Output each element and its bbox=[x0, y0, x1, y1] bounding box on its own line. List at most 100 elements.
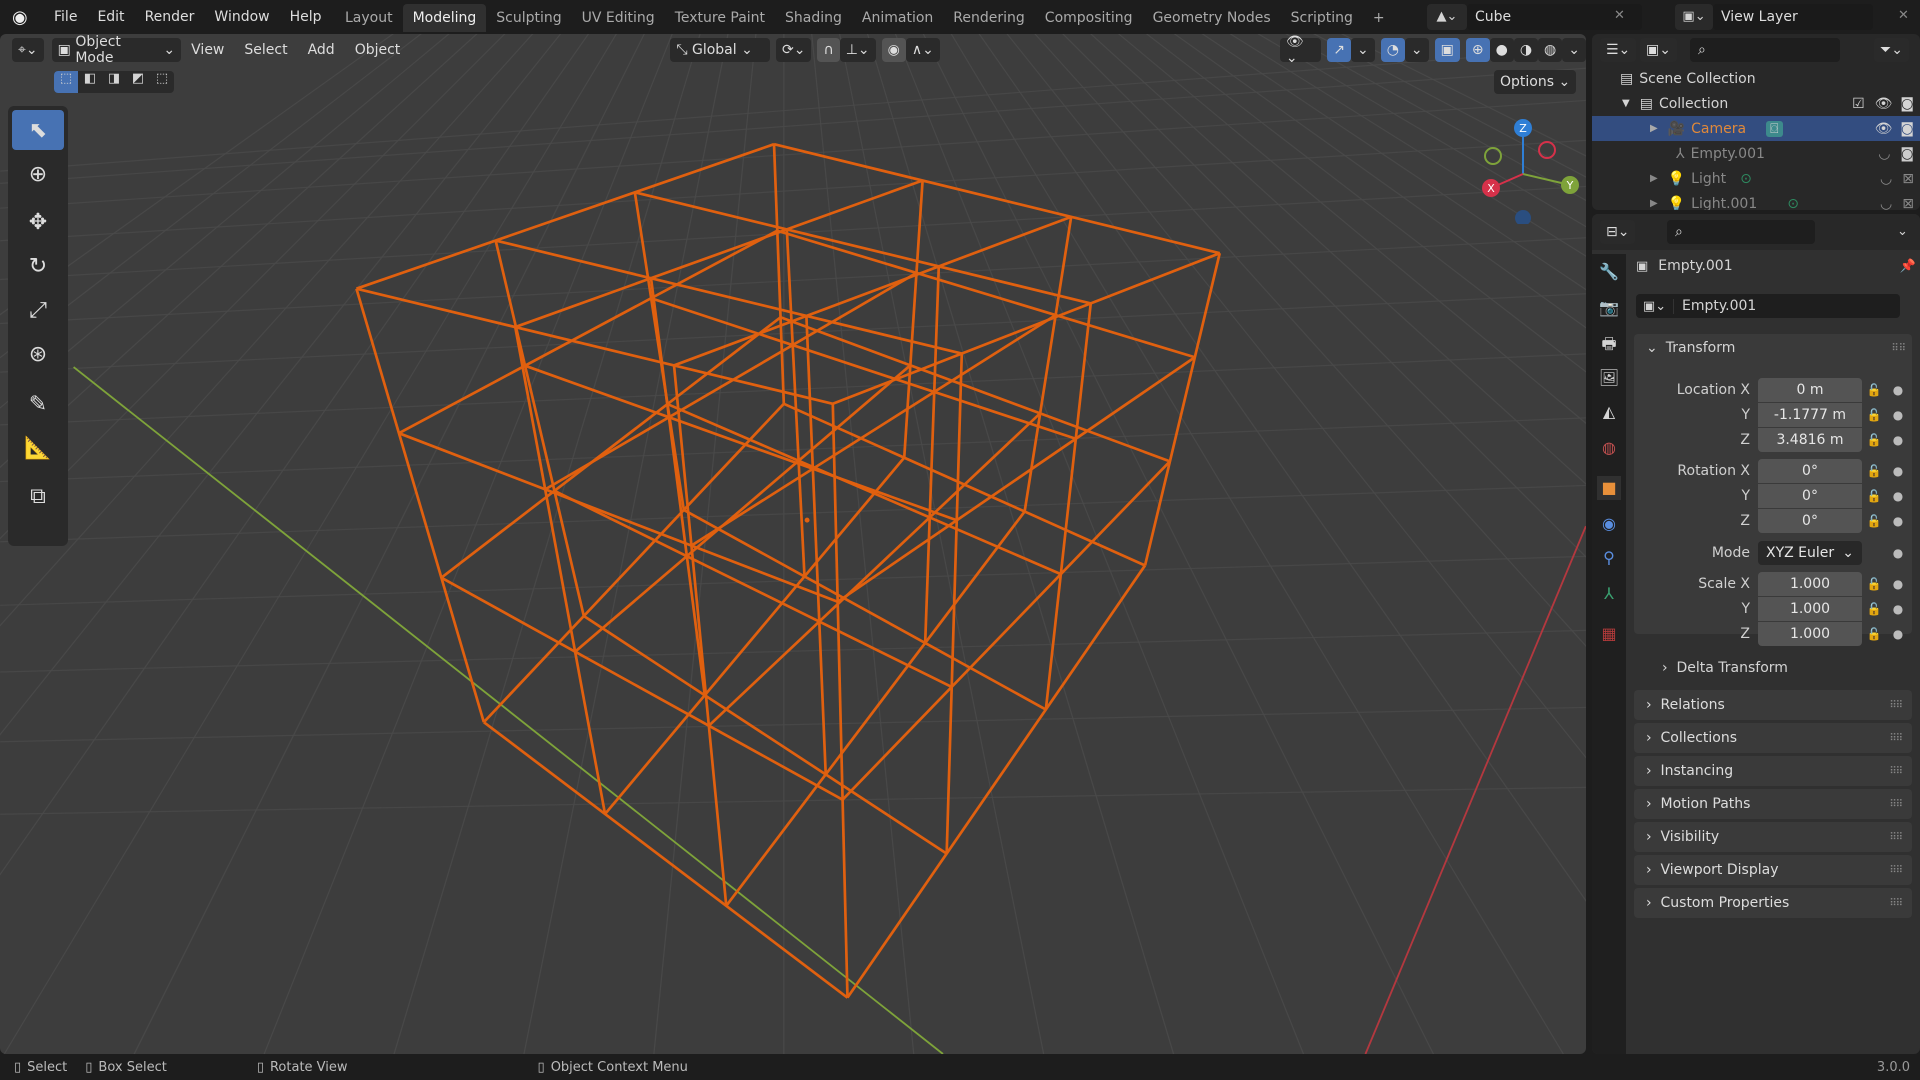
cursor-tool-icon[interactable]: ⊕ bbox=[12, 154, 64, 194]
outliner-item-empty[interactable]: ⅄ Empty.001 ◡ ◙ bbox=[1592, 141, 1920, 166]
drag-handle-icon[interactable]: ⠿⠿ bbox=[1889, 700, 1903, 711]
options-dropdown[interactable]: Options ⌄ bbox=[1494, 70, 1577, 94]
texture-tab-icon[interactable]: ▦ bbox=[1597, 622, 1621, 646]
location-z-field[interactable]: 3.4816 m bbox=[1758, 428, 1862, 452]
camera-render-icon[interactable]: ◙ bbox=[1900, 121, 1914, 137]
keyframe-dot-icon[interactable]: ● bbox=[1886, 383, 1910, 397]
pivot-point-icon[interactable]: ⟳⌄ bbox=[775, 38, 812, 62]
tab-scripting[interactable]: Scripting bbox=[1281, 4, 1363, 32]
transform-header[interactable]: ⌄ Transform ⠿⠿ bbox=[1646, 340, 1906, 356]
editor-type-icon[interactable]: ⌖⌄ bbox=[12, 38, 44, 62]
eye-hidden-icon[interactable]: ◡ bbox=[1878, 146, 1890, 162]
rotation-mode-dropdown[interactable]: XYZ Euler ⌄ bbox=[1758, 541, 1862, 565]
material-shading-icon[interactable]: ◑ bbox=[1513, 38, 1539, 62]
menu-help[interactable]: Help bbox=[280, 9, 332, 25]
view-layer-icon[interactable]: ▣⌄ bbox=[1675, 4, 1713, 30]
output-tab-icon[interactable]: 🖶 bbox=[1597, 332, 1621, 356]
object-type-icon[interactable]: ▣⌄ bbox=[1636, 298, 1674, 314]
tab-compositing[interactable]: Compositing bbox=[1035, 4, 1143, 32]
tab-shading[interactable]: Shading bbox=[775, 4, 852, 32]
motion-paths-panel[interactable]: › Motion Paths ⠿⠿ bbox=[1634, 789, 1912, 819]
collections-panel[interactable]: › Collections ⠿⠿ bbox=[1634, 723, 1912, 753]
blender-logo-icon[interactable]: ◉ bbox=[12, 7, 28, 28]
rotate-tool-icon[interactable]: ↻ bbox=[12, 246, 64, 286]
navigation-gizmo[interactable]: Z Y X bbox=[1470, 114, 1580, 224]
world-tab-icon[interactable]: ◍ bbox=[1597, 436, 1621, 460]
scene-tab-icon[interactable]: ◭ bbox=[1597, 400, 1621, 424]
mode-selector[interactable]: ▣ Object Mode ⌄ bbox=[51, 34, 182, 66]
keyframe-dot-icon[interactable]: ● bbox=[1886, 408, 1910, 422]
lock-icon[interactable]: 🔓 bbox=[1862, 602, 1886, 616]
snap-target-icon[interactable]: ⊥⌄ bbox=[839, 38, 876, 62]
keyframe-dot-icon[interactable]: ● bbox=[1886, 602, 1910, 616]
render-tab-icon[interactable]: 📷 bbox=[1597, 296, 1621, 320]
object-tab-icon[interactable]: ■ bbox=[1597, 476, 1621, 500]
outliner-search-input[interactable]: ⌕ bbox=[1690, 38, 1840, 62]
menu-select[interactable]: Select bbox=[234, 42, 297, 58]
move-tool-icon[interactable]: ✥ bbox=[12, 202, 64, 242]
properties-options-icon[interactable]: ⌄ bbox=[1897, 224, 1908, 239]
outliner-item-light-001[interactable]: ▶ 💡 Light.001 ⊙ ◡ ⊠ bbox=[1592, 191, 1920, 211]
select-intersect-icon[interactable]: ⬚ bbox=[150, 71, 174, 93]
drag-handle-icon[interactable]: ⠿⠿ bbox=[1891, 343, 1906, 354]
annotate-tool-icon[interactable]: ✎ bbox=[12, 384, 64, 424]
physics-tab-icon[interactable]: ◉ bbox=[1597, 512, 1621, 536]
lock-icon[interactable]: 🔓 bbox=[1862, 464, 1886, 478]
location-y-field[interactable]: -1.1777 m bbox=[1758, 403, 1862, 427]
lock-icon[interactable]: 🔓 bbox=[1862, 408, 1886, 422]
gizmo-neg-z-icon[interactable] bbox=[1515, 210, 1531, 224]
menu-edit[interactable]: Edit bbox=[87, 9, 134, 25]
rotation-x-field[interactable]: 0° bbox=[1758, 459, 1862, 483]
gizmo-toggle-icon[interactable]: ↗ bbox=[1327, 38, 1351, 62]
rotation-y-field[interactable]: 0° bbox=[1758, 484, 1862, 508]
gizmo-neg-y-icon[interactable] bbox=[1484, 147, 1502, 165]
checkbox-icon[interactable]: ☑ bbox=[1852, 96, 1865, 112]
drag-handle-icon[interactable]: ⠿⠿ bbox=[1889, 766, 1903, 777]
select-new-icon[interactable]: ⬚ bbox=[54, 71, 78, 93]
keyframe-dot-icon[interactable]: ● bbox=[1886, 627, 1910, 641]
lock-icon[interactable]: 🔓 bbox=[1862, 433, 1886, 447]
properties-search-input[interactable]: ⌕ bbox=[1667, 220, 1815, 244]
relations-panel[interactable]: › Relations ⠿⠿ bbox=[1634, 690, 1912, 720]
keyframe-dot-icon[interactable]: ● bbox=[1886, 514, 1910, 528]
tab-texture-paint[interactable]: Texture Paint bbox=[665, 4, 775, 32]
select-subtract-icon[interactable]: ◨ bbox=[102, 71, 126, 93]
keyframe-dot-icon[interactable]: ● bbox=[1886, 489, 1910, 503]
keyframe-dot-icon[interactable]: ● bbox=[1886, 577, 1910, 591]
view-layer-filter-icon[interactable]: ▣⌄ bbox=[1640, 38, 1677, 62]
snap-icon[interactable]: ∩ bbox=[817, 38, 840, 62]
camera-data-icon[interactable]: ⌼ bbox=[1766, 120, 1783, 137]
tab-uv-editing[interactable]: UV Editing bbox=[572, 4, 665, 32]
filter-icon[interactable]: ⏷⌄ bbox=[1874, 38, 1909, 62]
constraints-tab-icon[interactable]: ⚲ bbox=[1597, 546, 1621, 570]
view-layer-field[interactable]: View Layer bbox=[1713, 4, 1873, 30]
lock-icon[interactable]: 🔓 bbox=[1862, 514, 1886, 528]
viewport-display-panel[interactable]: › Viewport Display ⠿⠿ bbox=[1634, 855, 1912, 885]
gizmo-dropdown-icon[interactable]: ⌄ bbox=[1350, 38, 1375, 62]
scale-tool-icon[interactable]: ⤢ bbox=[12, 290, 64, 330]
viewport-canvas[interactable] bbox=[0, 34, 1586, 1054]
rendered-shading-icon[interactable]: ◍ bbox=[1538, 38, 1563, 62]
wireframe-shading-icon[interactable]: ⊕ bbox=[1465, 38, 1490, 62]
xray-toggle-icon[interactable]: ▣ bbox=[1434, 38, 1460, 62]
close-view-layer-icon[interactable]: ✕ bbox=[1898, 8, 1909, 23]
add-workspace-button[interactable]: + bbox=[1363, 4, 1395, 32]
tab-modeling[interactable]: Modeling bbox=[402, 4, 487, 32]
tab-animation[interactable]: Animation bbox=[852, 4, 943, 32]
keyframe-dot-icon[interactable]: ● bbox=[1886, 464, 1910, 478]
drag-handle-icon[interactable]: ⠿⠿ bbox=[1889, 733, 1903, 744]
menu-file[interactable]: File bbox=[44, 9, 87, 25]
proportional-edit-icon[interactable]: ◉ bbox=[881, 38, 906, 62]
keyframe-dot-icon[interactable]: ● bbox=[1886, 433, 1910, 447]
menu-view[interactable]: View bbox=[181, 42, 234, 58]
select-extend-icon[interactable]: ◧ bbox=[78, 71, 102, 93]
visibility-panel[interactable]: › Visibility ⠿⠿ bbox=[1634, 822, 1912, 852]
pin-icon[interactable]: 📌 bbox=[1900, 259, 1916, 274]
lock-icon[interactable]: 🔓 bbox=[1862, 489, 1886, 503]
overlay-dropdown-icon[interactable]: ⌄ bbox=[1404, 38, 1429, 62]
eye-hidden-icon[interactable]: ◡ bbox=[1880, 196, 1892, 211]
outliner-item-camera[interactable]: ▶ 🎥 Camera ⌼ 👁 ◙ bbox=[1592, 116, 1920, 141]
falloff-icon[interactable]: ∧⌄ bbox=[905, 38, 940, 62]
camera-render-icon[interactable]: ◙ bbox=[1900, 146, 1914, 162]
menu-render[interactable]: Render bbox=[135, 9, 205, 25]
